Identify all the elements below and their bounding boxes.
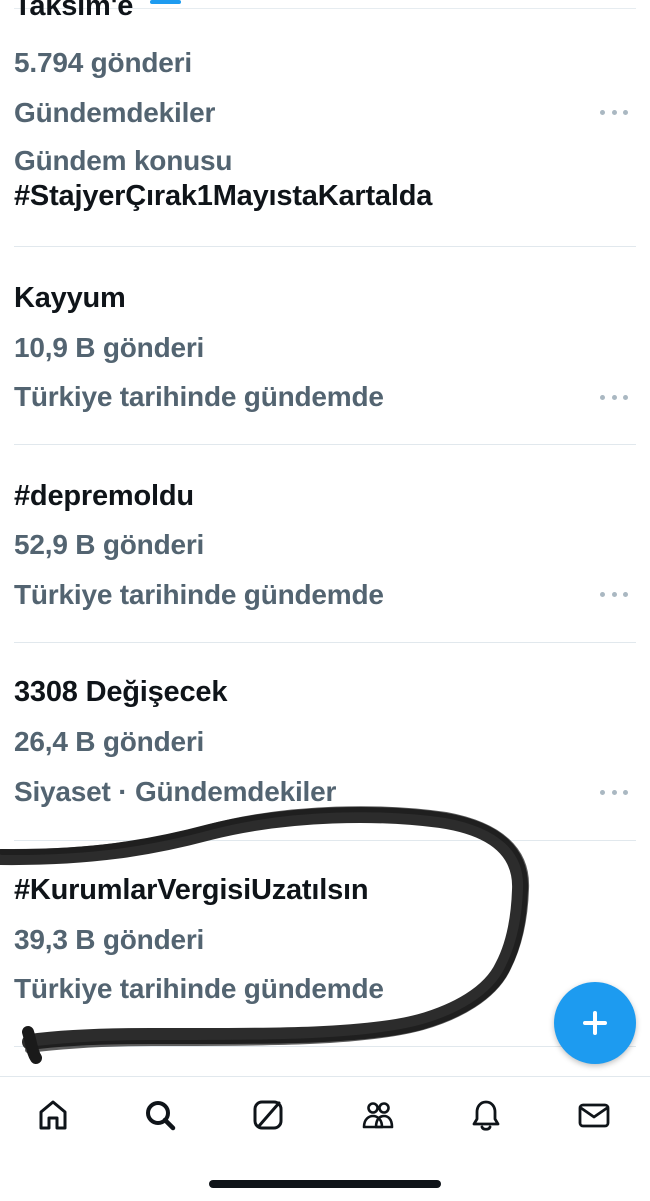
trend-title: Kayyum: [14, 282, 126, 314]
trend-post-count: 52,9 B gönderi: [14, 529, 205, 560]
trend-post-count: 39,3 B gönderi: [14, 924, 205, 955]
divider: [14, 1046, 636, 1047]
trend-title: 3308 Değişecek: [14, 676, 228, 708]
mail-icon: [578, 1103, 610, 1128]
more-options-icon[interactable]: [600, 787, 628, 797]
home-icon: [39, 1100, 67, 1130]
compose-button[interactable]: [554, 982, 636, 1064]
trend-post-count: 26,4 B gönderi: [14, 726, 205, 757]
trend-related-hashtag[interactable]: #StajyerÇırak1MayıstaKartalda: [14, 182, 432, 211]
trend-post-count: 10,9 B gönderi: [14, 332, 205, 363]
tab-notifications[interactable]: [466, 1095, 506, 1135]
trend-item[interactable]: #KurumlarVergisiUzatılsın 39,3 B gönderi…: [0, 841, 650, 1046]
trend-context: Siyaset · Gündemdekiler: [14, 776, 337, 807]
trend-title: Taksim'e: [14, 0, 134, 22]
trend-item[interactable]: Kayyum 10,9 B gönderi Türkiye tarihinde …: [0, 247, 650, 444]
trend-post-count: 5.794 gönderi: [14, 47, 192, 78]
tab-grok[interactable]: [248, 1095, 288, 1135]
trend-item[interactable]: Taksim'e 5.794 gönderi Gündemdekiler Gün…: [0, 0, 650, 246]
trend-subcontext: Gündem konusu: [14, 145, 233, 176]
trend-context: Gündemdekiler: [14, 97, 216, 128]
more-options-icon[interactable]: [600, 589, 628, 599]
communities-icon: [362, 1102, 394, 1129]
grok-icon: [253, 1100, 283, 1130]
trend-title: #depremoldu: [14, 480, 194, 512]
search-icon: [146, 1101, 176, 1131]
tab-home[interactable]: [33, 1095, 73, 1135]
bell-icon: [472, 1100, 500, 1131]
trend-context: Türkiye tarihinde gündemde: [14, 381, 384, 412]
trend-item[interactable]: #depremoldu 52,9 B gönderi Türkiye tarih…: [0, 445, 650, 642]
trend-title: #KurumlarVergisiUzatılsın: [14, 874, 369, 906]
home-indicator[interactable]: [209, 1180, 441, 1188]
tab-search[interactable]: [140, 1095, 180, 1135]
plus-icon: [593, 1011, 597, 1035]
more-options-icon[interactable]: [600, 107, 628, 117]
trend-item[interactable]: 3308 Değişecek 26,4 B gönderi Siyaset · …: [0, 643, 650, 840]
tab-communities[interactable]: [358, 1095, 398, 1135]
trend-context: Türkiye tarihinde gündemde: [14, 579, 384, 610]
tab-messages[interactable]: [574, 1095, 614, 1135]
more-options-icon[interactable]: [600, 392, 628, 402]
trend-context: Türkiye tarihinde gündemde: [14, 973, 384, 1004]
